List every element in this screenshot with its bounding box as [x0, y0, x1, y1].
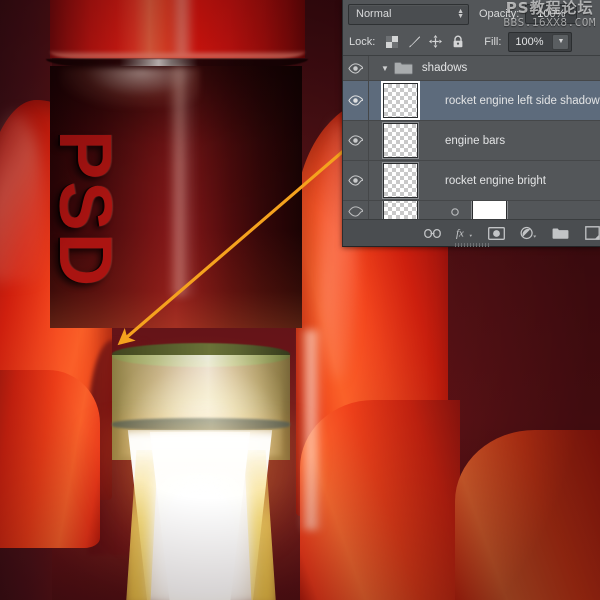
lock-image-pixels-brush-icon[interactable] — [406, 34, 421, 49]
folder-icon — [394, 61, 413, 75]
new-layer-icon[interactable] — [584, 225, 600, 241]
layer-name-rocket-engine-left-side-shadow: rocket engine left side shadow — [445, 95, 600, 107]
layer-thumbnail[interactable] — [383, 83, 418, 118]
eye-icon — [348, 95, 363, 106]
add-layer-style-fx-icon[interactable]: fx — [456, 225, 473, 241]
layer-thumbnail[interactable] — [383, 123, 418, 158]
eye-icon — [348, 206, 363, 217]
eye-icon — [348, 175, 363, 186]
svg-text:fx: fx — [456, 228, 464, 240]
panel-resize-grip[interactable] — [455, 243, 489, 247]
lock-transparent-pixels-icon[interactable] — [384, 34, 399, 49]
lock-label: Lock: — [349, 36, 375, 48]
new-group-folder-icon[interactable] — [552, 225, 569, 241]
layer-name-shadows: shadows — [422, 62, 467, 74]
layer-thumbnail-cell[interactable] — [369, 123, 445, 158]
layers-panel-lock-bar: Lock: — [343, 28, 600, 56]
layers-panel-footer: fx — [343, 219, 600, 246]
group-disclosure-triangle-icon[interactable]: ▼ — [381, 64, 389, 73]
opacity-field[interactable]: 100% — [525, 4, 577, 24]
layer-visibility-toggle[interactable] — [343, 121, 369, 160]
screenshot-root: PSD Normal ▲ — [0, 0, 600, 600]
eye-icon — [348, 135, 363, 146]
layer-name-rocket-engine-bright: rocket engine bright — [445, 175, 546, 187]
layer-visibility-toggle[interactable] — [343, 161, 369, 200]
layer-row-group-shadows[interactable]: ▼ shadows — [343, 56, 600, 81]
lock-all-padlock-icon[interactable] — [450, 34, 465, 49]
lock-position-move-icon[interactable] — [428, 34, 443, 49]
opacity-label: Opacity: — [479, 8, 519, 20]
layer-thumbnail-cell[interactable] — [369, 83, 445, 118]
layers-panel[interactable]: Normal ▲ ▼ Opacity: 100% Lock: — [342, 0, 600, 247]
fill-label: Fill: — [484, 36, 501, 48]
chevron-down-icon: ▼ — [457, 14, 464, 19]
new-adjustment-layer-icon[interactable] — [520, 225, 537, 241]
link-mask-icon[interactable] — [449, 206, 460, 217]
layer-row-engine-bars[interactable]: engine bars — [343, 121, 600, 161]
fill-field[interactable]: 100% ▼ — [508, 32, 572, 52]
layer-name-engine-bars: engine bars — [445, 135, 505, 147]
layer-row-rocket-engine-left-side-shadow[interactable]: rocket engine left side shadow — [343, 81, 600, 121]
layers-panel-options-bar: Normal ▲ ▼ Opacity: 100% — [343, 0, 600, 28]
layer-row-rocket-engine-bright[interactable]: rocket engine bright — [343, 161, 600, 201]
add-layer-mask-icon[interactable] — [488, 225, 505, 241]
eye-icon — [348, 63, 363, 74]
blend-mode-select[interactable]: Normal ▲ ▼ — [348, 4, 469, 25]
layer-thumbnail[interactable] — [383, 163, 418, 198]
layer-visibility-toggle[interactable] — [343, 56, 369, 80]
layer-thumbnail-cell[interactable] — [369, 163, 445, 198]
blend-mode-value: Normal — [356, 8, 391, 20]
opacity-value: 100% — [537, 8, 565, 20]
fill-chevron-down-icon[interactable]: ▼ — [552, 34, 569, 50]
fill-value: 100% — [515, 36, 543, 48]
layer-visibility-toggle[interactable] — [343, 81, 369, 120]
chevron-updown-icon[interactable]: ▲ ▼ — [457, 9, 464, 19]
link-layers-icon[interactable] — [424, 225, 441, 241]
layer-list: ▼ shadows rock — [343, 56, 600, 222]
